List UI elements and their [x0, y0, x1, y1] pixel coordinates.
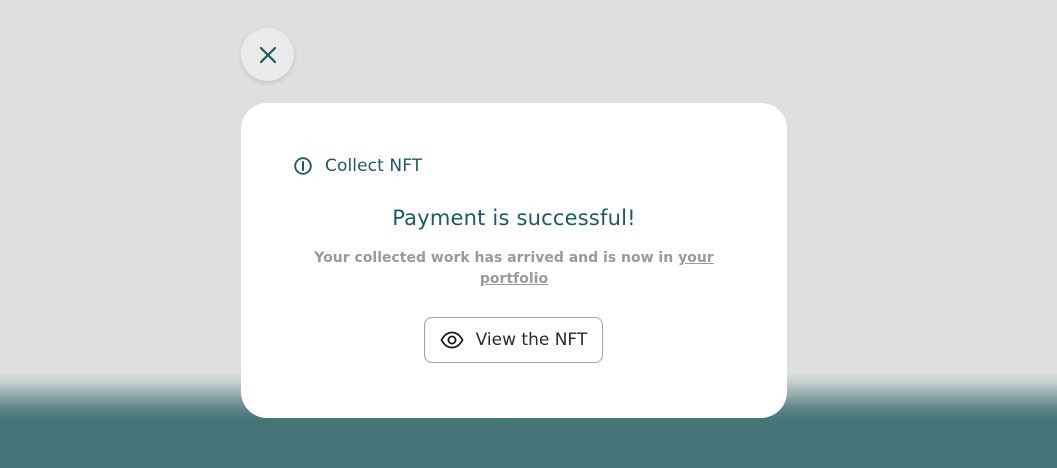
success-headline: Payment is successful!: [392, 206, 636, 230]
close-button[interactable]: [241, 28, 294, 81]
modal-header: Collect NFT: [293, 156, 422, 176]
message-text: Your collected work has arrived and is n…: [314, 250, 679, 266]
modal-title: Collect NFT: [325, 156, 423, 176]
view-nft-label: View the NFT: [475, 330, 588, 350]
info-circle-icon: [293, 156, 313, 176]
eye-icon: [440, 328, 464, 352]
view-nft-button[interactable]: View the NFT: [424, 317, 603, 363]
close-icon: [258, 45, 278, 65]
success-message: Your collected work has arrived and is n…: [311, 248, 717, 290]
payment-success-modal: Collect NFT Payment is successful! Your …: [241, 103, 787, 418]
